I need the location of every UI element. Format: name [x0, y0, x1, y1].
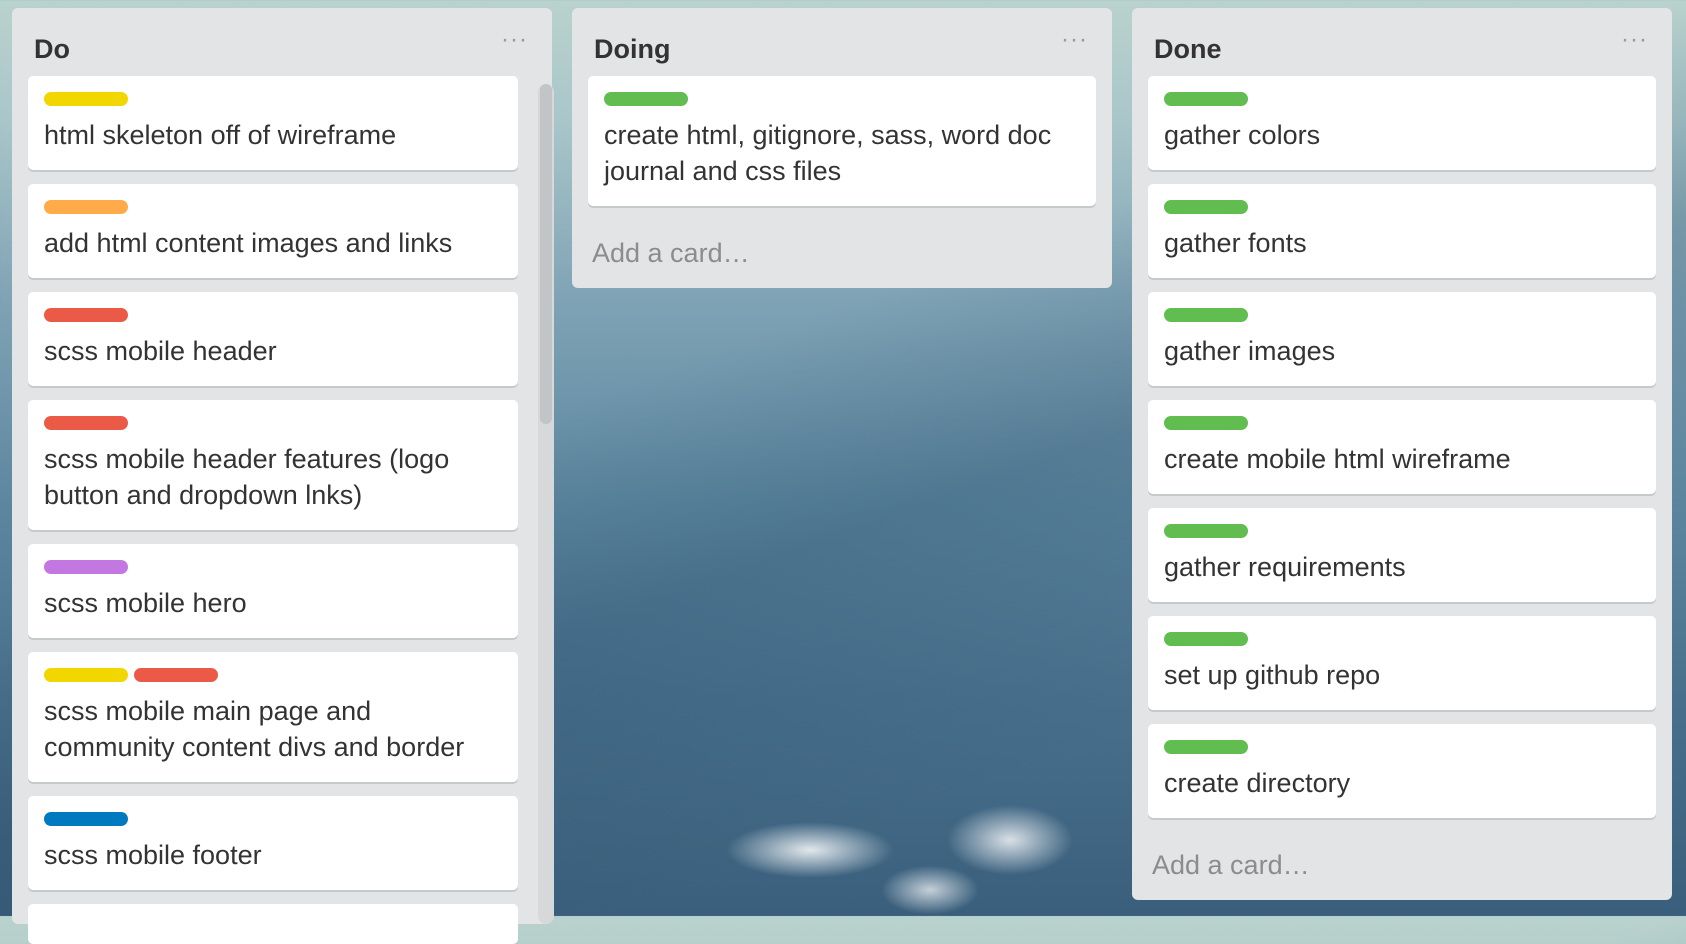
card-title: gather fonts — [1164, 228, 1307, 258]
card[interactable]: gather images — [1148, 292, 1656, 386]
list-done: Done ··· gather colors gather fonts gath… — [1132, 8, 1672, 900]
card-labels — [1164, 632, 1248, 646]
card-title: html skeleton off of wireframe — [44, 120, 397, 150]
more-horizontal-icon[interactable]: ··· — [501, 28, 528, 52]
card-title: scss mobile footer — [44, 840, 262, 870]
card-title: scss mobile main page and community cont… — [44, 696, 465, 762]
card-title: gather colors — [1164, 120, 1321, 150]
card-title: add html content images and links — [44, 228, 453, 258]
scrollbar-thumb[interactable] — [540, 84, 552, 424]
card-labels — [44, 560, 128, 574]
list-title[interactable]: Do — [34, 34, 70, 65]
card-title: create directory — [1164, 768, 1351, 798]
label-green — [1164, 92, 1248, 106]
card-title: create mobile html wireframe — [1164, 444, 1511, 474]
label-blue — [44, 812, 128, 826]
card[interactable]: gather requirements — [1148, 508, 1656, 602]
card-labels — [604, 92, 688, 106]
label-green — [1164, 740, 1248, 754]
more-horizontal-icon[interactable]: ··· — [1621, 28, 1648, 52]
card[interactable]: set up github repo — [1148, 616, 1656, 710]
card[interactable]: create directory — [1148, 724, 1656, 818]
card[interactable]: scss mobile footer — [28, 796, 518, 890]
card-labels — [44, 812, 128, 826]
list-do: Do ··· html skeleton off of wireframe ad… — [12, 8, 554, 944]
card-title: scss mobile header features (logo button… — [44, 444, 450, 510]
label-red — [44, 308, 128, 322]
list-header: Doing ··· — [572, 8, 1112, 76]
label-green — [1164, 200, 1248, 214]
list-title[interactable]: Doing — [594, 34, 670, 65]
card[interactable]: create html, gitignore, sass, word doc j… — [588, 76, 1096, 206]
card-labels — [1164, 740, 1248, 754]
label-green — [1164, 632, 1248, 646]
card-labels — [44, 200, 128, 214]
card-title: create html, gitignore, sass, word doc j… — [604, 120, 1052, 186]
card-labels — [1164, 92, 1248, 106]
card[interactable]: gather colors — [1148, 76, 1656, 170]
card[interactable]: scss mobile header features (logo button… — [28, 400, 518, 530]
card-labels — [1164, 308, 1248, 322]
more-horizontal-icon[interactable]: ··· — [1061, 28, 1088, 52]
card-title: gather requirements — [1164, 552, 1406, 582]
add-card-link[interactable]: Add a card… — [592, 238, 750, 269]
card[interactable]: scss mobile hero — [28, 544, 518, 638]
list-header: Do ··· — [12, 8, 552, 76]
card-labels — [44, 668, 218, 682]
list-title[interactable]: Done — [1154, 34, 1222, 65]
card-partial[interactable] — [28, 904, 518, 944]
label-red — [44, 416, 128, 430]
label-purple — [44, 560, 128, 574]
add-card-link[interactable]: Add a card… — [1152, 850, 1310, 881]
label-green — [604, 92, 688, 106]
label-green — [1164, 524, 1248, 538]
card-labels — [44, 92, 128, 106]
card-title: scss mobile header — [44, 336, 277, 366]
label-yellow — [44, 668, 128, 682]
list-scrollbar[interactable] — [538, 84, 554, 924]
list-doing: Doing ··· create html, gitignore, sass, … — [572, 8, 1112, 288]
card[interactable]: scss mobile header — [28, 292, 518, 386]
label-green — [1164, 308, 1248, 322]
card[interactable]: add html content images and links — [28, 184, 518, 278]
card-title: set up github repo — [1164, 660, 1381, 690]
card-title: gather images — [1164, 336, 1336, 366]
label-green — [1164, 416, 1248, 430]
card-labels — [1164, 524, 1248, 538]
card[interactable]: scss mobile main page and community cont… — [28, 652, 518, 782]
label-orange — [44, 200, 128, 214]
card[interactable]: gather fonts — [1148, 184, 1656, 278]
card-labels — [1164, 416, 1248, 430]
card-labels — [44, 308, 128, 322]
card-labels — [1164, 200, 1248, 214]
list-header: Done ··· — [1132, 8, 1672, 76]
label-yellow — [44, 92, 128, 106]
card[interactable]: create mobile html wireframe — [1148, 400, 1656, 494]
label-red — [134, 668, 218, 682]
card[interactable]: html skeleton off of wireframe — [28, 76, 518, 170]
card-title: scss mobile hero — [44, 588, 247, 618]
card-labels — [44, 416, 128, 430]
